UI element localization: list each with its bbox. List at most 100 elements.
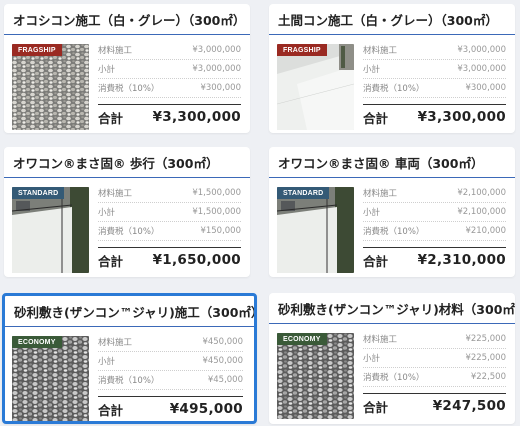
price-row: 小計 ¥450,000: [98, 352, 243, 371]
row-value: ¥3,000,000: [192, 45, 241, 55]
plan-card-zancon-material[interactable]: 砂利敷き(ザンコン™ジャリ)材料（300㎡） ECONOMY 材料施工 ¥225,…: [269, 293, 515, 424]
row-value: ¥300,000: [465, 83, 506, 93]
gravel-image: ECONOMY: [12, 336, 89, 421]
gravel-photo: [12, 44, 89, 130]
row-label: 材料施工: [98, 189, 133, 199]
total-amount: ¥247,500: [432, 398, 506, 414]
price-row: 消費税（10%） ¥300,000: [98, 79, 241, 98]
row-value: ¥450,000: [202, 356, 243, 366]
price-row: 小計 ¥225,000: [363, 349, 506, 368]
row-value: ¥225,000: [465, 334, 506, 344]
row-value: ¥450,000: [202, 337, 243, 347]
row-label: 小計: [363, 354, 381, 364]
row-label: 小計: [363, 208, 381, 218]
plan-grade-badge: ECONOMY: [12, 336, 62, 348]
row-value: ¥3,000,000: [457, 64, 506, 74]
row-label: 小計: [363, 65, 381, 75]
gravel-image: FRAGSHIP: [12, 44, 89, 130]
card-title: 砂利敷き(ザンコン™ジャリ)材料（300㎡）: [269, 293, 515, 324]
price-row: 小計 ¥1,500,000: [98, 203, 241, 222]
plan-grade-badge: FRAGSHIP: [12, 44, 62, 56]
total-amount: ¥3,300,000: [417, 109, 506, 125]
row-label: 材料施工: [363, 46, 398, 56]
row-label: 消費税（10%）: [98, 84, 160, 94]
row-label: 消費税（10%）: [363, 373, 425, 383]
row-label: 小計: [98, 357, 116, 367]
plan-card-domacon[interactable]: 土間コン施工（白・グレー）（300㎡） FRAGSHIP 材料施工 ¥3,000,…: [269, 4, 515, 133]
price-row: 消費税（10%） ¥150,000: [98, 222, 241, 241]
row-value: ¥210,000: [465, 226, 506, 236]
row-value: ¥300,000: [200, 83, 241, 93]
total-label: 合計: [98, 253, 124, 269]
row-label: 材料施工: [98, 338, 133, 348]
gray-gravel-photo: [277, 333, 354, 419]
total-amount: ¥1,650,000: [152, 252, 241, 268]
row-label: 消費税（10%）: [363, 227, 425, 237]
gravel-image: ECONOMY: [277, 333, 354, 419]
total-row: 合計 ¥3,300,000: [363, 104, 506, 129]
concrete-image: FRAGSHIP: [277, 44, 354, 130]
total-label: 合計: [98, 110, 124, 126]
row-value: ¥1,500,000: [192, 188, 241, 198]
card-title: オワコン®まさ固® 車両（300㎡）: [269, 147, 515, 178]
row-value: ¥150,000: [200, 226, 241, 236]
total-row: 合計 ¥2,310,000: [363, 247, 506, 272]
row-value: ¥45,000: [207, 375, 243, 385]
row-label: 消費税（10%）: [363, 84, 425, 94]
gray-gravel-photo: [12, 336, 89, 421]
price-row: 消費税（10%） ¥210,000: [363, 222, 506, 241]
total-amount: ¥495,000: [169, 401, 243, 417]
plan-grade-badge: STANDARD: [12, 187, 65, 199]
white-concrete-photo: [277, 44, 354, 130]
total-amount: ¥3,300,000: [152, 109, 241, 125]
row-label: 材料施工: [98, 46, 133, 56]
row-value: ¥22,500: [470, 372, 506, 382]
row-value: ¥3,000,000: [457, 45, 506, 55]
row-value: ¥225,000: [465, 353, 506, 363]
card-title: 砂利敷き(ザンコン™ジャリ)施工（300㎡）: [5, 296, 254, 327]
row-label: 消費税（10%）: [98, 376, 160, 386]
path-image: STANDARD: [12, 187, 89, 273]
total-label: 合計: [363, 253, 389, 269]
price-row: 小計 ¥3,000,000: [98, 60, 241, 79]
total-row: 合計 ¥247,500: [363, 393, 506, 418]
price-row: 消費税（10%） ¥300,000: [363, 79, 506, 98]
row-value: ¥2,100,000: [457, 188, 506, 198]
total-row: 合計 ¥3,300,000: [98, 104, 241, 129]
card-title: 土間コン施工（白・グレー）（300㎡）: [269, 4, 515, 35]
price-row: 材料施工 ¥2,100,000: [363, 184, 506, 203]
plan-card-okoshicon[interactable]: オコシコン施工（白・グレー）（300㎡） FRAGSHIP 材料施工 ¥3,000…: [4, 4, 250, 133]
price-row: 消費税（10%） ¥45,000: [98, 371, 243, 390]
plan-grade-badge: STANDARD: [277, 187, 330, 199]
plan-grade-badge: FRAGSHIP: [277, 44, 327, 56]
card-title: オコシコン施工（白・グレー）（300㎡）: [4, 4, 250, 35]
total-amount: ¥2,310,000: [417, 252, 506, 268]
price-row: 材料施工 ¥1,500,000: [98, 184, 241, 203]
card-title: オワコン®まさ固® 歩行（300㎡）: [4, 147, 250, 178]
price-row: 小計 ¥2,100,000: [363, 203, 506, 222]
total-row: 合計 ¥1,650,000: [98, 247, 241, 272]
plan-card-masakata-walk[interactable]: オワコン®まさ固® 歩行（300㎡） STANDARD 材料施工 ¥1,500,0…: [4, 147, 250, 277]
white-path-photo: [12, 187, 89, 273]
total-row: 合計 ¥495,000: [98, 396, 243, 421]
total-label: 合計: [363, 110, 389, 126]
price-row: 材料施工 ¥3,000,000: [363, 41, 506, 60]
row-value: ¥3,000,000: [192, 64, 241, 74]
price-row: 材料施工 ¥3,000,000: [98, 41, 241, 60]
price-row: 小計 ¥3,000,000: [363, 60, 506, 79]
white-path-photo: [277, 187, 354, 273]
row-label: 材料施工: [363, 335, 398, 345]
row-value: ¥1,500,000: [192, 207, 241, 217]
price-row: 材料施工 ¥450,000: [98, 333, 243, 352]
row-label: 消費税（10%）: [98, 227, 160, 237]
row-label: 小計: [98, 208, 116, 218]
row-value: ¥2,100,000: [457, 207, 506, 217]
total-label: 合計: [98, 402, 124, 418]
plan-grade-badge: ECONOMY: [277, 333, 327, 345]
price-row: 材料施工 ¥225,000: [363, 330, 506, 349]
path-image: STANDARD: [277, 187, 354, 273]
plan-card-zancon-install[interactable]: 砂利敷き(ザンコン™ジャリ)施工（300㎡） ECONOMY 材料施工 ¥450,…: [2, 293, 257, 424]
plan-card-masakata-vehicle[interactable]: オワコン®まさ固® 車両（300㎡） STANDARD 材料施工 ¥2,100,0…: [269, 147, 515, 277]
total-label: 合計: [363, 399, 389, 415]
row-label: 小計: [98, 65, 116, 75]
